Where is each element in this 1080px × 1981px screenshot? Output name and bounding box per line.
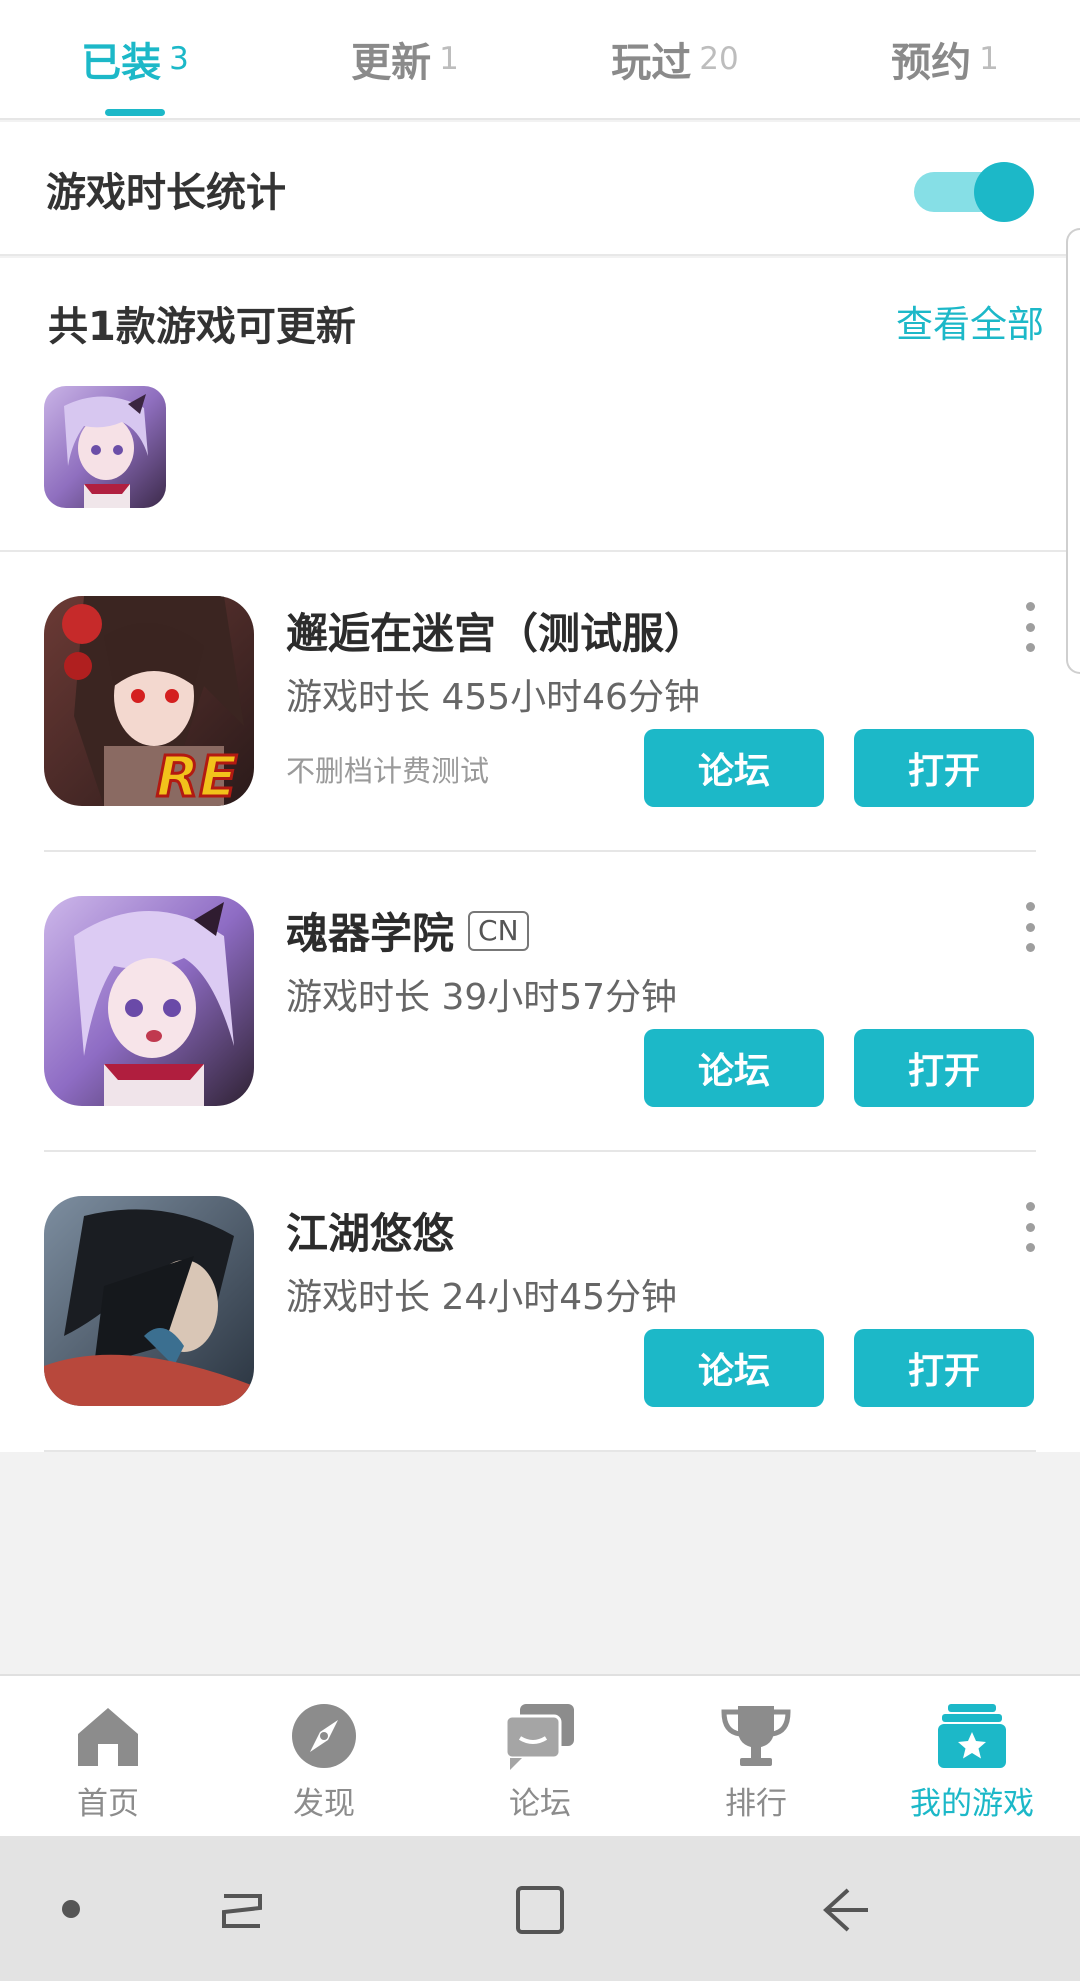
recent-apps-icon[interactable] bbox=[214, 1882, 270, 1938]
game-playtime: 游戏时长 455小时46分钟 bbox=[286, 677, 700, 718]
tab-label: 预约 bbox=[891, 40, 972, 86]
game-name: 邂逅在迷宫（测试服） bbox=[286, 600, 706, 661]
tab-label: 更新 bbox=[351, 40, 432, 86]
system-navigation-bar bbox=[0, 1836, 1080, 1981]
game-subtitle: 不删档计费测试 bbox=[286, 754, 490, 788]
open-button[interactable]: 打开 bbox=[854, 1329, 1034, 1407]
playtime-stats-label: 游戏时长统计 bbox=[46, 170, 286, 216]
toggle-knob bbox=[974, 162, 1034, 222]
more-options-icon[interactable] bbox=[1020, 1202, 1040, 1252]
dot-icon[interactable] bbox=[60, 1898, 82, 1920]
tab-updates[interactable]: 更新 1 bbox=[270, 0, 540, 118]
game-title: 魂器学院 bbox=[286, 909, 455, 958]
updates-title: 共1款游戏可更新 bbox=[48, 304, 356, 350]
tab-count: 20 bbox=[699, 41, 739, 77]
nav-label: 论坛 bbox=[509, 1786, 571, 1822]
forum-button[interactable]: 论坛 bbox=[644, 729, 824, 807]
game-item[interactable]: 魂器学院 CN 游戏时长 39小时57分钟 论坛 打开 bbox=[0, 852, 1080, 1152]
nav-home[interactable]: 首页 bbox=[0, 1676, 216, 1838]
divider bbox=[44, 1450, 1036, 1452]
game-box-icon bbox=[938, 1704, 1006, 1768]
edge-panel-handle[interactable] bbox=[1066, 228, 1080, 674]
trophy-icon bbox=[721, 1706, 791, 1766]
nav-label: 发现 bbox=[293, 1786, 355, 1822]
game-title: 邂逅在迷宫（测试服） bbox=[286, 609, 707, 658]
game-icon: RE bbox=[44, 596, 254, 806]
update-game-icon[interactable] bbox=[44, 386, 166, 508]
more-options-icon[interactable] bbox=[1020, 902, 1040, 952]
nav-discover[interactable]: 发现 bbox=[216, 1676, 432, 1838]
tab-count: 1 bbox=[439, 41, 459, 77]
nav-forum[interactable]: 论坛 bbox=[432, 1676, 648, 1838]
tab-label: 已装 bbox=[81, 40, 162, 86]
game-icon bbox=[44, 1196, 254, 1406]
bottom-navigation: 首页 发现 论坛 排行 我的游戏 bbox=[0, 1674, 1080, 1838]
home-button-icon[interactable] bbox=[512, 1882, 568, 1938]
tab-bar: 已装 3 更新 1 玩过 20 预约 1 bbox=[0, 0, 1080, 120]
open-button[interactable]: 打开 bbox=[854, 729, 1034, 807]
compass-icon bbox=[292, 1704, 356, 1768]
nav-label: 我的游戏 bbox=[910, 1786, 1034, 1822]
tab-count: 1 bbox=[979, 41, 999, 77]
forum-button[interactable]: 论坛 bbox=[644, 1029, 824, 1107]
back-icon[interactable] bbox=[818, 1882, 874, 1938]
svg-text:RE: RE bbox=[156, 745, 237, 806]
view-all-link[interactable]: 查看全部 bbox=[896, 294, 1044, 348]
more-options-icon[interactable] bbox=[1020, 602, 1040, 652]
updates-section: 共1款游戏可更新 查看全部 bbox=[0, 258, 1080, 552]
game-name: 魂器学院 CN bbox=[286, 900, 529, 961]
game-playtime: 游戏时长 39小时57分钟 bbox=[286, 977, 678, 1018]
nav-label: 排行 bbox=[725, 1786, 787, 1822]
open-button[interactable]: 打开 bbox=[854, 1029, 1034, 1107]
tab-label: 玩过 bbox=[611, 40, 692, 86]
region-badge: CN bbox=[468, 910, 529, 951]
chat-icon bbox=[504, 1704, 574, 1770]
tab-count: 3 bbox=[169, 41, 189, 77]
game-name: 江湖悠悠 bbox=[286, 1200, 454, 1261]
game-icon bbox=[44, 896, 254, 1106]
playtime-stats-row: 游戏时长统计 bbox=[0, 122, 1080, 256]
tab-reserved[interactable]: 预约 1 bbox=[810, 0, 1080, 118]
tab-played[interactable]: 玩过 20 bbox=[540, 0, 810, 118]
forum-button[interactable]: 论坛 bbox=[644, 1329, 824, 1407]
home-icon bbox=[78, 1708, 138, 1766]
game-playtime: 游戏时长 24小时45分钟 bbox=[286, 1277, 678, 1318]
nav-my-games[interactable]: 我的游戏 bbox=[864, 1676, 1080, 1838]
game-title: 江湖悠悠 bbox=[286, 1209, 455, 1258]
game-item[interactable]: 江湖悠悠 游戏时长 24小时45分钟 论坛 打开 bbox=[0, 1152, 1080, 1452]
active-tab-indicator bbox=[105, 109, 165, 116]
nav-label: 首页 bbox=[77, 1786, 139, 1822]
installed-games-list: RE 邂逅在迷宫（测试服） 游戏时长 455小时46分钟 不删档计费测试 论坛 … bbox=[0, 552, 1080, 1452]
my-games-page: 已装 3 更新 1 玩过 20 预约 1 游戏时长统计 共1款游戏可更新 查看全… bbox=[0, 0, 1080, 1981]
game-item[interactable]: RE 邂逅在迷宫（测试服） 游戏时长 455小时46分钟 不删档计费测试 论坛 … bbox=[0, 552, 1080, 852]
tab-installed[interactable]: 已装 3 bbox=[0, 0, 270, 118]
nav-ranking[interactable]: 排行 bbox=[648, 1676, 864, 1838]
playtime-stats-toggle[interactable] bbox=[914, 158, 1034, 222]
